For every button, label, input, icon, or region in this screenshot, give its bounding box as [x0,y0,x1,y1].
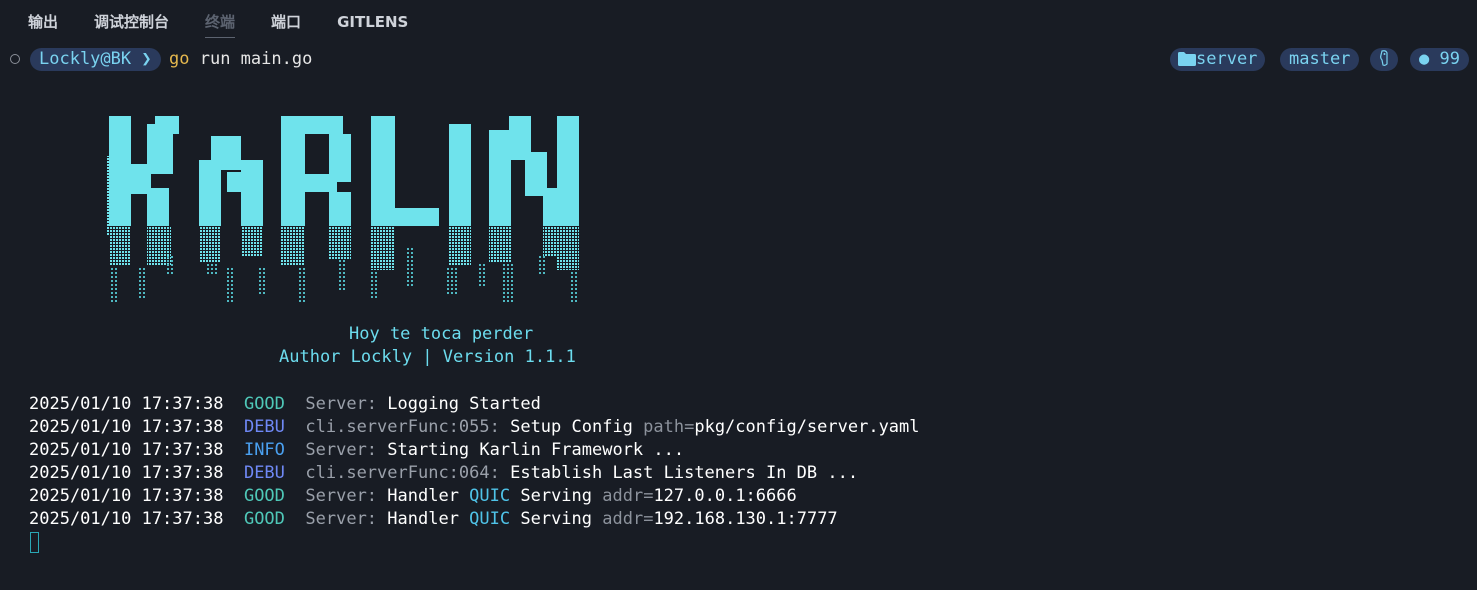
log-source: cli.serverFunc:064: [305,463,500,483]
status-count: 99 [1439,49,1460,69]
terminal-prompt: Lockly@BK ❯ go run main.go server master… [8,47,1469,73]
log-level: GOOD [243,486,285,506]
prompt-status-icon [10,54,20,64]
log-message: Handler [377,486,470,506]
prompt-command: go run main.go [169,48,312,71]
command-args: run main.go [189,49,313,69]
log-value: 192.168.130.1:7777 [653,509,838,529]
log-source: Server: [305,394,378,414]
log-level: GOOD [243,394,285,414]
log-message: Handler [377,509,470,529]
prompt-user-host: Lockly@BK ❯ [30,48,161,71]
log-level: INFO [243,440,285,460]
log-line: 2025/01/10 17:37:38 GOOD Server: Handler… [29,485,920,508]
log-timestamp: 2025/01/10 17:37:38 [29,440,224,460]
log-protocol: QUIC [469,486,511,506]
log-message-tail: Serving [510,486,603,506]
folder-name: server [1196,49,1258,69]
log-line: 2025/01/10 17:37:38 DEBU cli.serverFunc:… [29,462,920,485]
log-level: DEBU [243,417,285,437]
log-timestamp: 2025/01/10 17:37:38 [29,509,224,529]
tab-output[interactable]: 输出 [28,0,58,44]
log-line: 2025/01/10 17:37:38 INFO Server: Startin… [29,439,920,462]
log-timestamp: 2025/01/10 17:37:38 [29,463,224,483]
command-go: go [169,49,190,69]
log-source: Server: [305,440,378,460]
log-value: 127.0.0.1:6666 [653,486,797,506]
log-line: 2025/01/10 17:37:38 GOOD Server: Handler… [29,508,920,531]
log-line: 2025/01/10 17:37:38 GOOD Server: Logging… [29,393,920,416]
log-message: Starting Karlin Framework ... [377,440,685,460]
log-protocol: QUIC [469,509,511,529]
log-timestamp: 2025/01/10 17:37:38 [29,486,224,506]
log-key: addr= [602,486,654,506]
status-dot-icon: ● [1419,49,1430,69]
log-level: DEBU [243,463,285,483]
git-branch: master [1280,48,1360,71]
tab-debug-console[interactable]: 调试控制台 [94,0,169,44]
karlin-ascii-banner [107,116,579,302]
log-output: 2025/01/10 17:37:38 GOOD Server: Logging… [29,393,920,531]
log-message: Logging Started [377,394,541,414]
log-source: cli.serverFunc:055: [305,417,500,437]
log-message: Setup Config [499,417,644,437]
log-key: addr= [602,509,654,529]
panel-tabs: 输出 调试控制台 终端 端口 GITLENS [28,0,444,44]
log-source: Server: [305,486,378,506]
log-message: Establish Last Listeners In DB ... [499,463,859,483]
banner-tagline: Hoy te toca perder [349,324,534,344]
go-gopher-icon [1370,48,1398,71]
tab-terminal[interactable]: 终端 [205,0,236,44]
status-count-badge: ● 99 [1410,48,1469,71]
log-message-tail: Serving [510,509,603,529]
log-timestamp: 2025/01/10 17:37:38 [29,394,224,414]
log-timestamp: 2025/01/10 17:37:38 [29,417,224,437]
log-level: GOOD [243,509,285,529]
log-source: Server: [305,509,378,529]
log-line: 2025/01/10 17:37:38 DEBU cli.serverFunc:… [29,416,920,439]
terminal-cursor[interactable] [30,532,39,553]
log-value: pkg/config/server.yaml [694,417,920,437]
banner-author-line: Author Lockly | Version 1.1.1 [279,347,576,367]
prompt-folder-segment: server [1170,48,1266,71]
tab-gitlens[interactable]: GITLENS [337,0,408,44]
tab-ports[interactable]: 端口 [271,0,301,44]
log-key: path= [643,417,695,437]
folder-icon [1178,52,1196,66]
